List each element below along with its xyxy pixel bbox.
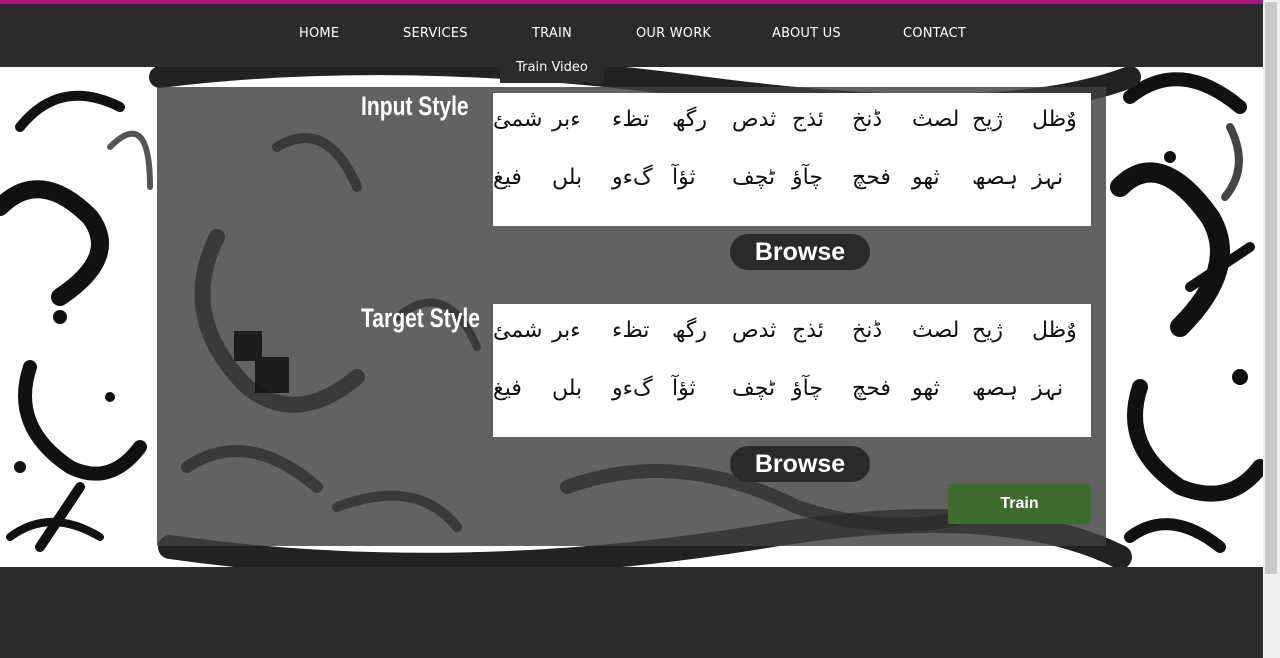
target-sample-row-2: نہز ہصھ ثھو فحچ چآؤ ٹچف ثؤآ گءو بلں فیغ (493, 376, 1091, 416)
sample-word: ءبر (552, 107, 581, 132)
sample-word: لصث (912, 107, 960, 132)
nav-contact[interactable]: CONTACT (903, 4, 966, 64)
sample-word: ثھو (912, 165, 940, 190)
sample-word: تظء (612, 318, 650, 343)
sample-word: فیغ (493, 165, 522, 190)
sample-word: رگھ (672, 107, 707, 132)
vertical-scrollbar[interactable] (1263, 0, 1280, 658)
sample-word: ثدص (732, 107, 777, 132)
sample-word: نہز (1032, 165, 1064, 190)
sample-word: ٹچف (732, 376, 776, 401)
sample-word: ژیح (972, 107, 1003, 132)
sample-word: ئذج (792, 318, 824, 343)
target-style-sample: وٌظل ژیح لصث ڈنخ ئذج ثدص رگھ تظء ءبر شمئ… (493, 304, 1091, 437)
sample-word: ڈنخ (852, 107, 883, 132)
target-sample-row-1: وٌظل ژیح لصث ڈنخ ئذج ثدص رگھ تظء ءبر شمئ (493, 318, 1091, 358)
sample-word: ہصھ (972, 165, 1018, 190)
sample-word: بلں (552, 376, 583, 401)
sample-word: بلں (552, 165, 583, 190)
input-sample-row-1: وٌظل ژیح لصث ڈنخ ئذج ثدص رگھ تظء ءبر شمئ (493, 107, 1091, 147)
sample-word: ٹچف (732, 165, 776, 190)
sample-word: ثدص (732, 318, 777, 343)
sample-word: چآؤ (792, 165, 823, 190)
sample-word: لصث (912, 318, 960, 343)
scrollbar-thumb[interactable] (1265, 2, 1277, 574)
sample-word: ہصھ (972, 376, 1018, 401)
sample-word: فیغ (493, 376, 522, 401)
nav-home[interactable]: HOME (299, 4, 339, 64)
sample-word: چآؤ (792, 376, 823, 401)
sample-word: فحچ (852, 376, 891, 401)
nav-our-work[interactable]: OUR WORK (636, 4, 711, 64)
input-browse-button[interactable]: Browse (730, 234, 870, 270)
sample-word: وٌظل (1032, 318, 1077, 343)
input-style-sample: وٌظل ژیح لصث ڈنخ ئذج ثدص رگھ تظء ءبر شمئ… (493, 93, 1091, 226)
sample-word: ڈنخ (852, 318, 883, 343)
sample-word: ئذج (792, 107, 824, 132)
target-browse-button[interactable]: Browse (730, 446, 870, 482)
sample-word: تظء (612, 107, 650, 132)
sample-word: نہز (1032, 376, 1064, 401)
sample-word: شمئ (493, 318, 543, 343)
input-sample-row-2: نہز ہصھ ثھو فحچ چآؤ ٹچف ثؤآ گءو بلں فیغ (493, 165, 1091, 205)
train-dropdown-item-train-video[interactable]: Train Video (500, 55, 604, 83)
target-style-label: Target Style (361, 303, 480, 333)
page: HOME SERVICES TRAIN OUR WORK ABOUT US CO… (0, 0, 1280, 658)
sample-word: ثھو (912, 376, 940, 401)
sample-word: ثؤآ (672, 165, 696, 190)
sample-word: ءبر (552, 318, 581, 343)
sample-word: ژیح (972, 318, 1003, 343)
sample-word: فحچ (852, 165, 891, 190)
input-style-label: Input Style (361, 91, 469, 121)
sample-word: گءو (612, 376, 653, 401)
style-panel: Input Style وٌظل ژیح لصث ڈنخ ئذج ثدص رگھ… (157, 87, 1106, 546)
sample-word: رگھ (672, 318, 707, 343)
navbar: HOME SERVICES TRAIN OUR WORK ABOUT US CO… (0, 4, 1263, 67)
footer (0, 567, 1263, 658)
sample-word: گءو (612, 165, 653, 190)
nav-about-us[interactable]: ABOUT US (772, 4, 841, 64)
nav-services[interactable]: SERVICES (403, 4, 468, 64)
sample-word: ثؤآ (672, 376, 696, 401)
sample-word: وٌظل (1032, 107, 1077, 132)
train-button[interactable]: Train (948, 484, 1091, 524)
sample-word: شمئ (493, 107, 543, 132)
